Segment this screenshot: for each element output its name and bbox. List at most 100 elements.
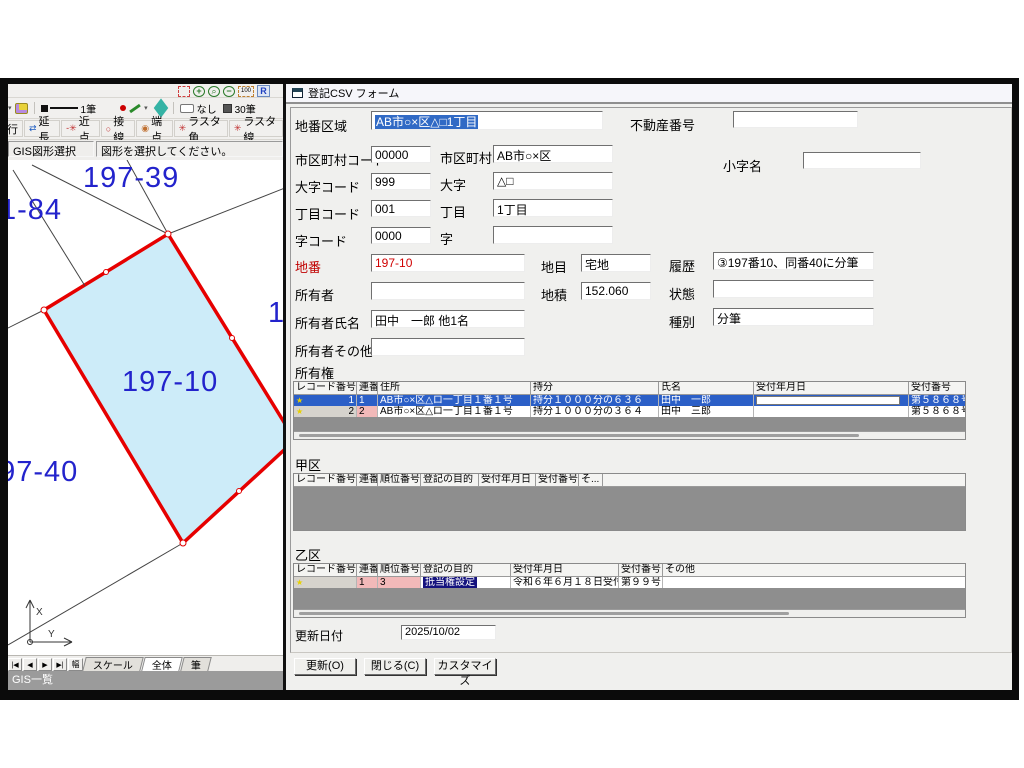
- field-label: 状態: [669, 284, 695, 303]
- rireki-input[interactable]: ③197番10、同番40に分筆: [713, 252, 874, 270]
- snap-raster-line-button[interactable]: ✳ラスタ線: [229, 120, 283, 137]
- toolbar-separator: [34, 102, 35, 114]
- tab-scale[interactable]: スケール: [82, 657, 143, 671]
- jotai-input[interactable]: [713, 280, 874, 298]
- tab-whole[interactable]: 全体: [141, 657, 182, 671]
- shoyusha-sonota-input[interactable]: [371, 338, 525, 356]
- snap-tangent-button[interactable]: ○接線: [101, 120, 135, 137]
- shikuchoson-input[interactable]: AB市○×区: [493, 145, 613, 163]
- aza-input[interactable]: [493, 226, 613, 244]
- zoom-100-icon[interactable]: 100: [238, 86, 254, 97]
- tangent-icon: ○: [106, 124, 111, 134]
- screenshot-root: + ⌕ − 100 R ▾ 1筆 ▾: [0, 0, 1024, 768]
- table-empty-area: [294, 487, 965, 530]
- toolbar-separator: [173, 102, 174, 114]
- field-label: 市区町村: [440, 148, 492, 167]
- field-label: 所有者氏名: [295, 313, 360, 332]
- dialog-title-bar[interactable]: 登記CSV フォーム: [286, 84, 1012, 104]
- snap-near-button[interactable]: -✳近点: [61, 120, 100, 137]
- zoom-out-icon[interactable]: −: [223, 86, 235, 97]
- date-edit-cell[interactable]: [756, 396, 900, 405]
- fudosan-bango-input[interactable]: [733, 111, 858, 128]
- chome-input[interactable]: 1丁目: [493, 199, 613, 217]
- parcel-label: 197-10: [122, 366, 218, 399]
- table-empty-area: [294, 417, 965, 431]
- line-style-icon[interactable]: [41, 105, 78, 112]
- pen-icon[interactable]: [129, 103, 141, 112]
- table-row[interactable]: ★ 1 3 抵当権設定 令和６年６月１８日受付 第９９号: [294, 577, 965, 588]
- tab-width-button[interactable]: 幅: [68, 658, 83, 671]
- marquee-select-icon[interactable]: [178, 86, 190, 97]
- gis-zoom-toolbar: + ⌕ − 100 R: [8, 84, 283, 98]
- zoom-window-icon[interactable]: ⌕: [208, 86, 220, 97]
- shoyusha-input[interactable]: [371, 282, 525, 300]
- table-row[interactable]: ★1 1 AB市○×区△ロ一丁目１番１号 持分１０００分の６３６ 田中 一郎 第…: [294, 395, 965, 406]
- chimoku-input[interactable]: 宅地: [581, 254, 651, 272]
- point-style-icon[interactable]: [120, 105, 126, 111]
- fill-solid-icon[interactable]: [223, 104, 232, 113]
- koaza-mei-input[interactable]: [803, 152, 921, 169]
- scrollbar-thumb[interactable]: [299, 612, 789, 615]
- table-row[interactable]: ★2 2 AB市○×区△ロ一丁目１番１号 持分１０００分の３６４ 田中 三郎 第…: [294, 406, 965, 417]
- field-label: 字: [440, 229, 453, 248]
- pen-dropdown-icon[interactable]: ▾: [144, 104, 148, 112]
- aza-code-input[interactable]: 0000: [371, 227, 431, 244]
- field-label: 丁目: [440, 202, 466, 221]
- table-header-row: レコード番号 連番 順位番号 登記の目的 受付年月日 受付番号 その他: [294, 564, 965, 577]
- gis-message-label: 図形を選択してください。: [96, 141, 283, 157]
- chiban-input[interactable]: 197-10: [371, 254, 525, 272]
- field-label: 地積: [541, 285, 567, 304]
- koshin-hizuke-input[interactable]: 2025/10/02: [401, 625, 496, 640]
- map-canvas[interactable]: X Y 197-39 1-84 197-10 197-40 1: [8, 160, 283, 655]
- purpose-selected-text[interactable]: 抵当権設定: [423, 577, 477, 588]
- field-label: 丁目コード: [295, 204, 360, 223]
- table-header-row: レコード番号 連番 順位番号 登記の目的 受付年月日 受付番号 そ...: [294, 474, 965, 487]
- shoyuken-table[interactable]: レコード番号 連番 住所 持分 氏名 受付年月日 受付番号 ★1 1 AB市○×…: [293, 381, 966, 440]
- gis-window: + ⌕ − 100 R ▾ 1筆 ▾: [8, 84, 283, 690]
- tab-first-button[interactable]: |◀: [8, 658, 22, 671]
- chiseki-input[interactable]: 152.060: [581, 282, 651, 300]
- snap-endpoint-button[interactable]: ◉端点: [136, 120, 172, 137]
- oaza-code-input[interactable]: 999: [371, 173, 431, 190]
- zoom-region-icon[interactable]: R: [257, 85, 270, 97]
- horizontal-scrollbar[interactable]: [294, 431, 965, 439]
- zoom-in-icon[interactable]: +: [193, 86, 205, 97]
- update-button[interactable]: 更新(O): [294, 658, 356, 675]
- snap-extend-button[interactable]: ⇄延長: [24, 120, 60, 137]
- chiban-label: 地番: [295, 257, 321, 276]
- field-label: 地番区域: [295, 116, 347, 135]
- record-marker-icon: ★: [296, 395, 303, 406]
- axis-y-label: Y: [48, 629, 55, 640]
- shubetsu-input[interactable]: 分筆: [713, 308, 874, 326]
- close-button[interactable]: 閉じる(C): [364, 658, 426, 675]
- record-marker-icon: ★: [296, 406, 303, 417]
- layer-style-icon[interactable]: [15, 103, 28, 114]
- axis-x-label: X: [36, 607, 43, 618]
- dropdown-arrow-icon[interactable]: ▾: [8, 104, 12, 112]
- touki-csv-dialog: 登記CSV フォーム 地番区域 AB市○×区△□1丁目 不動産番号 市区町村コー…: [283, 84, 1012, 690]
- tab-next-button[interactable]: ▶: [38, 658, 52, 671]
- otsuku-section-title: 乙区: [295, 545, 321, 564]
- chiban-kuiki-input[interactable]: AB市○×区△□1丁目: [371, 111, 603, 130]
- oaza-input[interactable]: △□: [493, 172, 613, 190]
- field-label: 所有者: [295, 285, 334, 304]
- customize-button[interactable]: カスタマイズ: [434, 658, 496, 675]
- tab-last-button[interactable]: ▶|: [53, 658, 67, 671]
- snap-ortho-button[interactable]: 行: [8, 120, 23, 137]
- scrollbar-thumb[interactable]: [299, 434, 859, 437]
- snap-raster-corner-button[interactable]: ✳ラスタ角: [174, 120, 228, 137]
- horizontal-scrollbar[interactable]: [294, 609, 965, 617]
- shikuchoson-code-input[interactable]: 00000: [371, 146, 431, 163]
- tab-prev-button[interactable]: ◀: [23, 658, 37, 671]
- tab-parcel[interactable]: 筆: [180, 657, 211, 671]
- shoyusha-shimei-input[interactable]: 田中 一郎 他1名: [371, 310, 525, 328]
- fill-none-icon[interactable]: [180, 104, 194, 113]
- field-label: 小字名: [723, 156, 762, 175]
- gis-status-row: GIS図形選択 図形を選択してください。: [8, 140, 283, 160]
- otsuku-table[interactable]: レコード番号 連番 順位番号 登記の目的 受付年月日 受付番号 その他 ★ 1 …: [293, 563, 966, 618]
- chome-code-input[interactable]: 001: [371, 200, 431, 217]
- kouku-table[interactable]: レコード番号 連番 順位番号 登記の目的 受付年月日 受付番号 そ...: [293, 473, 966, 531]
- field-label: 履歴: [669, 256, 695, 275]
- field-label: 所有者その他: [295, 341, 373, 360]
- table-header-row: レコード番号 連番 住所 持分 氏名 受付年月日 受付番号: [294, 382, 965, 395]
